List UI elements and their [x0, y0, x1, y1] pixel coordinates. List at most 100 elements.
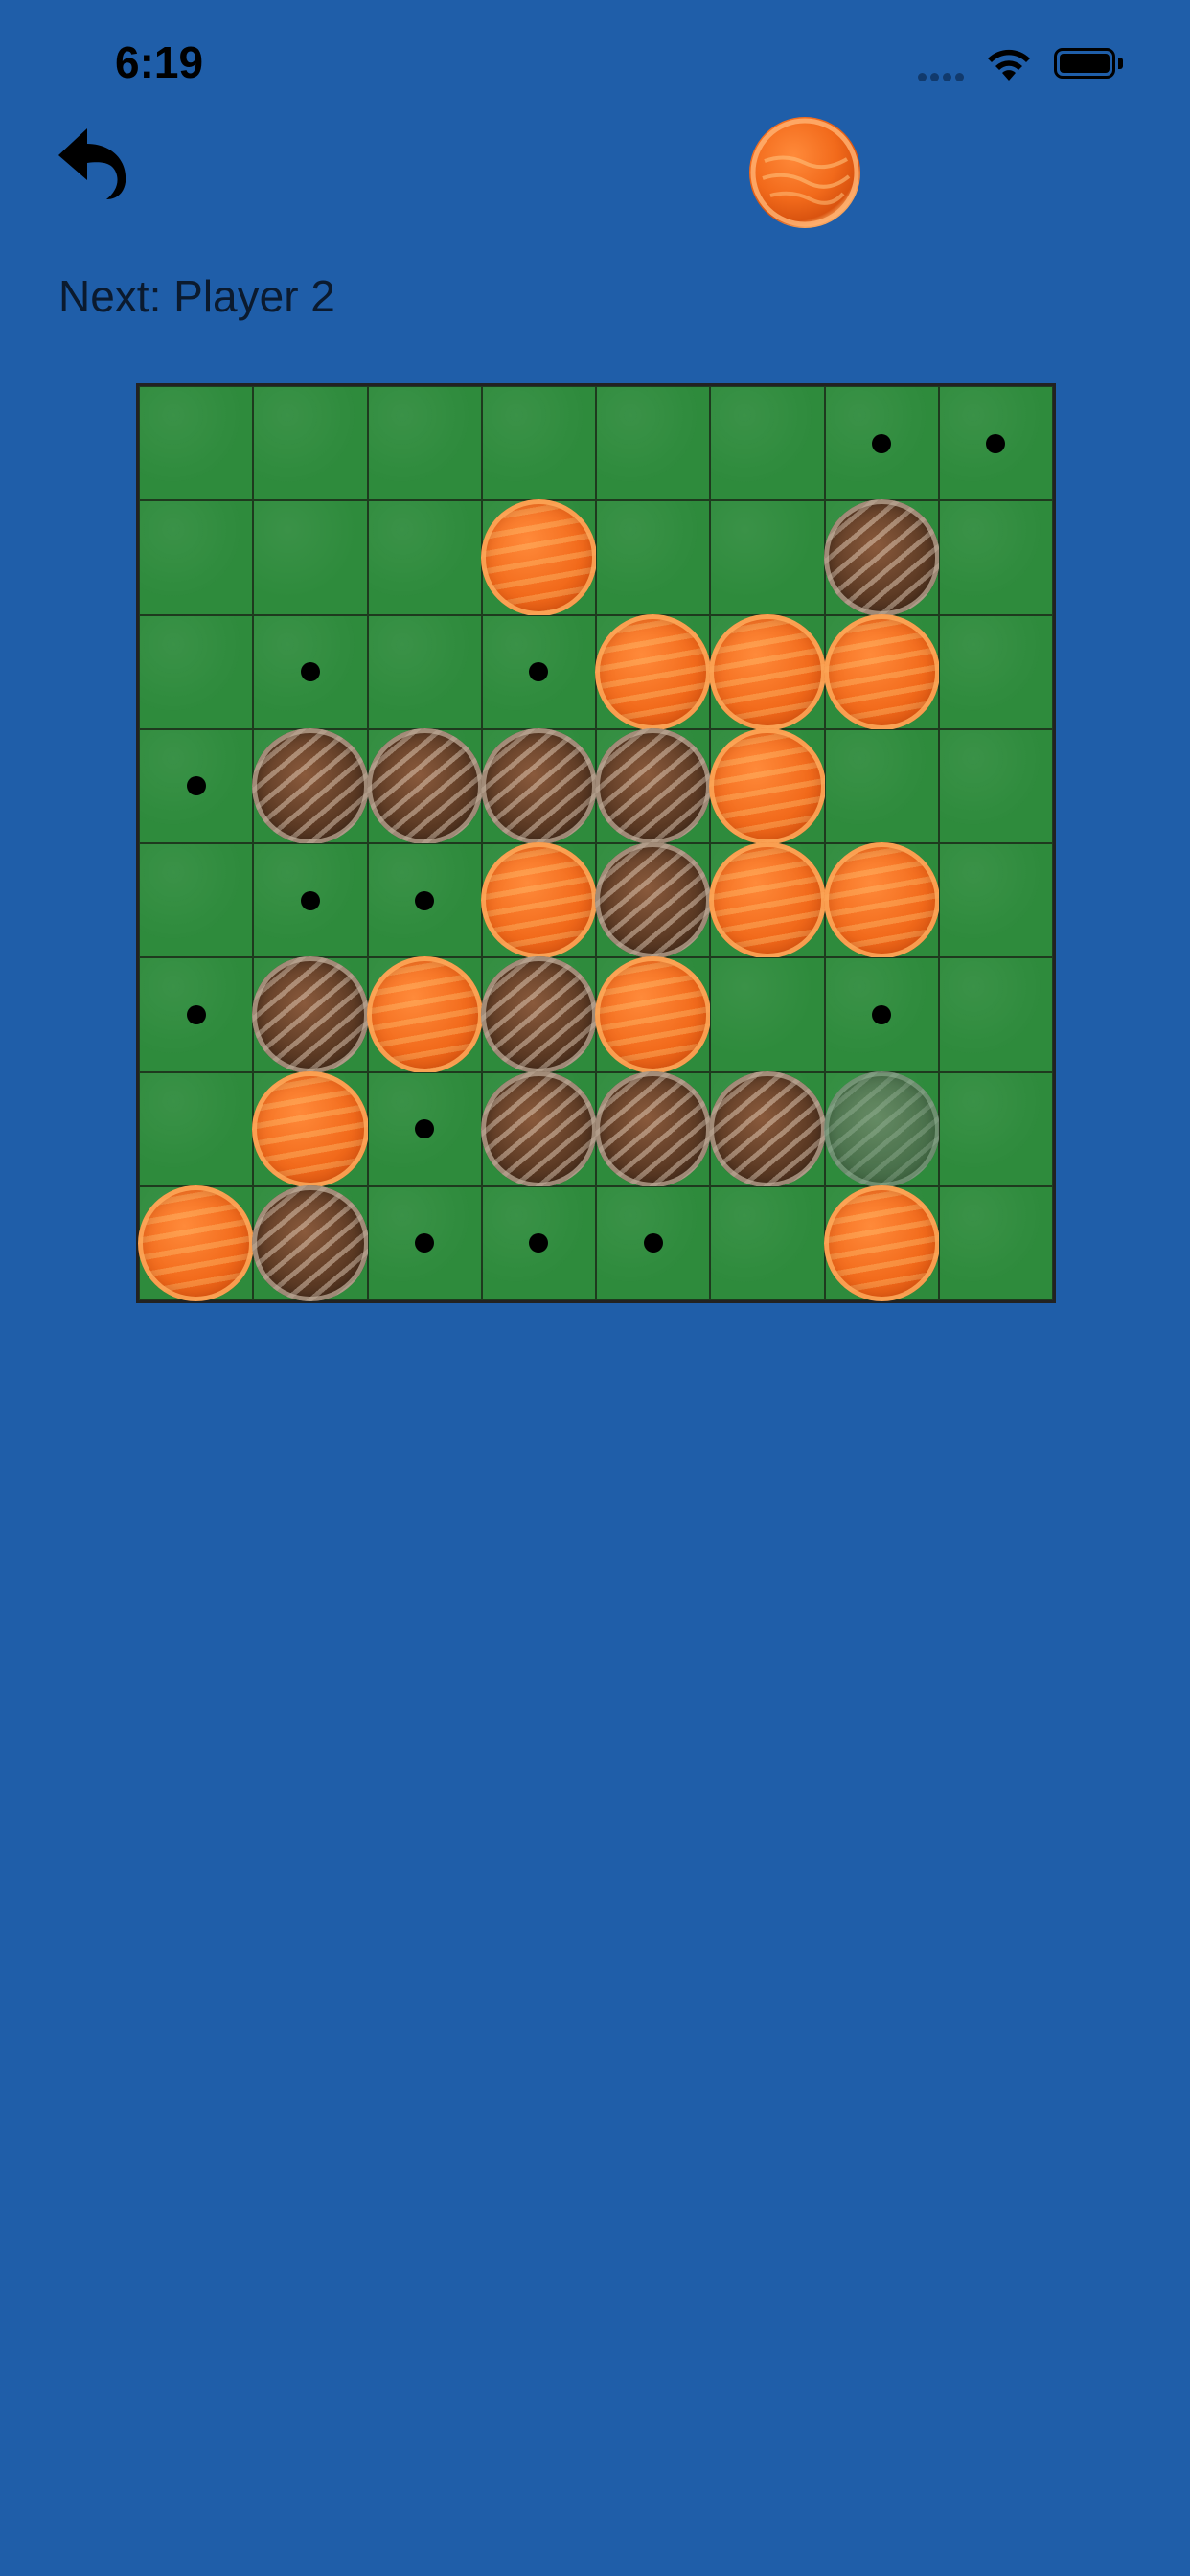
valid-move-marker[interactable] [986, 433, 1006, 453]
board-cell[interactable] [252, 956, 369, 1073]
board-cell[interactable] [253, 614, 368, 729]
brown-piece [595, 727, 712, 844]
board-cell[interactable] [710, 386, 825, 501]
board-cell[interactable] [824, 386, 939, 501]
board-cell[interactable] [481, 1185, 596, 1300]
game-board [136, 383, 1056, 1303]
board-cell[interactable] [823, 842, 940, 959]
board-cell[interactable] [480, 956, 597, 1073]
orange-piece [709, 613, 826, 730]
board-cell[interactable] [367, 843, 482, 958]
battery-icon [1054, 48, 1115, 79]
board-cell[interactable] [253, 386, 368, 501]
valid-move-marker[interactable] [415, 890, 435, 910]
board-cell[interactable] [595, 613, 712, 730]
brown-piece [252, 956, 369, 1073]
board-cell[interactable] [709, 842, 826, 959]
status-time: 6:19 [115, 37, 204, 87]
board-cell[interactable] [138, 1184, 255, 1301]
orange-piece [709, 842, 826, 959]
board-cell[interactable] [367, 500, 482, 615]
board-cell[interactable] [938, 1185, 1053, 1300]
undo-arrow-icon[interactable] [53, 123, 133, 203]
board-cell[interactable] [823, 499, 940, 616]
board-cell[interactable] [938, 843, 1053, 958]
board-cell[interactable] [367, 1185, 482, 1300]
orange-piece [366, 956, 483, 1073]
status-bar: 6:19 [0, 0, 1190, 134]
orange-piece [823, 1184, 940, 1301]
valid-move-marker[interactable] [643, 1233, 663, 1254]
valid-move-marker[interactable] [415, 1233, 435, 1254]
orange-piece [138, 1184, 255, 1301]
board-cell[interactable] [709, 727, 826, 844]
board-cell[interactable] [823, 613, 940, 730]
board-cell[interactable] [596, 500, 711, 615]
orange-piece [480, 499, 597, 616]
board-cell[interactable] [367, 1071, 482, 1186]
valid-move-marker[interactable] [529, 1233, 549, 1254]
board-cell[interactable] [709, 1070, 826, 1187]
board-cell[interactable] [139, 614, 254, 729]
board-cell[interactable] [595, 956, 712, 1073]
valid-move-marker[interactable] [872, 433, 892, 453]
board-cell[interactable] [938, 728, 1053, 843]
board-cell[interactable] [596, 386, 711, 501]
board-cell[interactable] [709, 613, 826, 730]
board-cell[interactable] [480, 842, 597, 959]
board-cell[interactable] [938, 614, 1053, 729]
valid-move-marker[interactable] [300, 662, 320, 682]
brown-piece [823, 499, 940, 616]
battery-cap [1118, 58, 1123, 69]
valid-move-marker[interactable] [872, 1004, 892, 1024]
board-cell[interactable] [595, 727, 712, 844]
valid-move-marker[interactable] [529, 662, 549, 682]
board-cell[interactable] [366, 727, 483, 844]
valid-move-marker[interactable] [186, 1004, 206, 1024]
board-cell[interactable] [710, 957, 825, 1072]
board-cell[interactable] [938, 500, 1053, 615]
board-cell[interactable] [139, 728, 254, 843]
board-cell[interactable] [938, 386, 1053, 501]
board-cell[interactable] [938, 1071, 1053, 1186]
board-cell[interactable] [823, 1070, 940, 1187]
board-cell[interactable] [824, 957, 939, 1072]
valid-move-marker[interactable] [186, 776, 206, 796]
brown-piece [480, 956, 597, 1073]
board-cell[interactable] [367, 614, 482, 729]
brown-piece [480, 727, 597, 844]
board-cell[interactable] [481, 386, 596, 501]
board-cell[interactable] [252, 1070, 369, 1187]
orange-piece [823, 842, 940, 959]
brown-piece [366, 727, 483, 844]
board-cell[interactable] [253, 500, 368, 615]
board-cell[interactable] [252, 727, 369, 844]
board-cell[interactable] [480, 727, 597, 844]
board-cell[interactable] [596, 1185, 711, 1300]
board-cell[interactable] [823, 1184, 940, 1301]
cellular-signal-icon [918, 69, 968, 86]
board-cell[interactable] [253, 843, 368, 958]
board-cell[interactable] [481, 614, 596, 729]
board-cell[interactable] [824, 728, 939, 843]
board-cell[interactable] [595, 1070, 712, 1187]
next-player-label: Next: Player 2 [58, 271, 335, 321]
board-cell[interactable] [139, 1071, 254, 1186]
orange-piece [595, 956, 712, 1073]
board-cell[interactable] [480, 1070, 597, 1187]
board-cell[interactable] [139, 500, 254, 615]
valid-move-marker[interactable] [415, 1119, 435, 1139]
board-cell[interactable] [366, 956, 483, 1073]
board-cell[interactable] [595, 842, 712, 959]
board-cell[interactable] [252, 1184, 369, 1301]
board-cell[interactable] [710, 1185, 825, 1300]
board-cell[interactable] [480, 499, 597, 616]
valid-move-marker[interactable] [300, 890, 320, 910]
board-cell[interactable] [367, 386, 482, 501]
orange-piece [823, 613, 940, 730]
board-cell[interactable] [938, 957, 1053, 1072]
board-cell[interactable] [139, 386, 254, 501]
board-cell[interactable] [139, 957, 254, 1072]
board-cell[interactable] [710, 500, 825, 615]
board-cell[interactable] [139, 843, 254, 958]
